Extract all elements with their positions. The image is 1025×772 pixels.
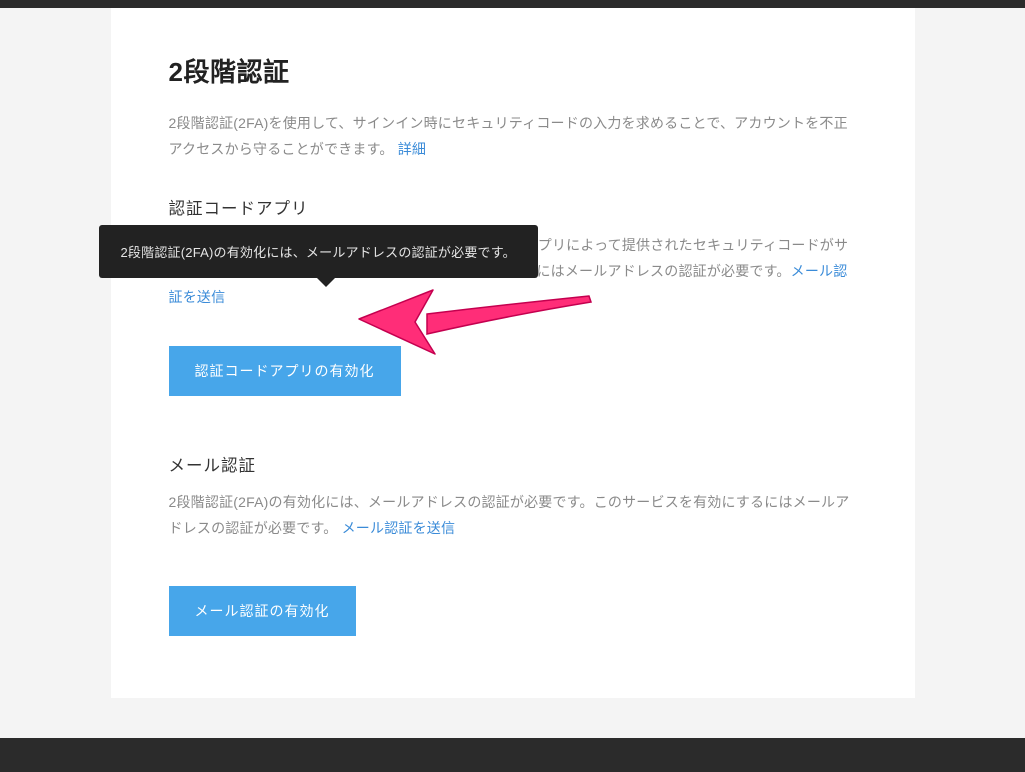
email-auth-section: メール認証 2段階認証(2FA)の有効化には、メールアドレスの認証が必要です。こ… xyxy=(169,452,857,636)
settings-card: 2段階認証 2段階認証(2FA)を使用して、サインイン時にセキュリティコードの入… xyxy=(111,8,915,698)
intro-copy: 2段階認証(2FA)を使用して、サインイン時にセキュリティコードの入力を求めるこ… xyxy=(169,115,848,157)
enable-email-auth-button[interactable]: メール認証の有効化 xyxy=(169,586,356,636)
email-auth-button-row: メール認証の有効化 xyxy=(169,586,857,636)
enable-authenticator-app-button[interactable]: 認証コードアプリの有効化 xyxy=(169,346,401,396)
email-desc-copy: 2段階認証(2FA)の有効化には、メールアドレスの認証が必要です。このサービスを… xyxy=(169,494,850,536)
email-auth-desc: 2段階認証(2FA)の有効化には、メールアドレスの認証が必要です。このサービスを… xyxy=(169,490,857,542)
learn-more-link[interactable]: 詳細 xyxy=(398,141,426,157)
footer-bar xyxy=(0,738,1025,772)
intro-text: 2段階認証(2FA)を使用して、サインイン時にセキュリティコードの入力を求めるこ… xyxy=(169,111,857,163)
authenticator-app-button-row: 認証コードアプリの有効化 xyxy=(169,346,857,396)
authenticator-app-link[interactable]: 認証コードアプリ xyxy=(283,237,397,253)
email-auth-title: メール認証 xyxy=(169,452,857,476)
app-desc-prefix: 2段階認証(2FA)に xyxy=(169,237,283,253)
send-email-verification-link-2[interactable]: メール認証を送信 xyxy=(342,520,456,536)
page-wrap: 2段階認証 2段階認証(2FA)を使用して、サインイン時にセキュリティコードの入… xyxy=(0,8,1025,738)
top-bar xyxy=(0,0,1025,8)
page-title: 2段階認証 xyxy=(169,52,857,89)
authenticator-app-title: 認証コードアプリ xyxy=(169,195,857,219)
authenticator-app-section: 認証コードアプリ 2段階認証(2FA)に認証コードアプリを使用すると、このアプリ… xyxy=(169,195,857,397)
authenticator-app-desc: 2段階認証(2FA)に認証コードアプリを使用すると、このアプリによって提供された… xyxy=(169,233,857,311)
